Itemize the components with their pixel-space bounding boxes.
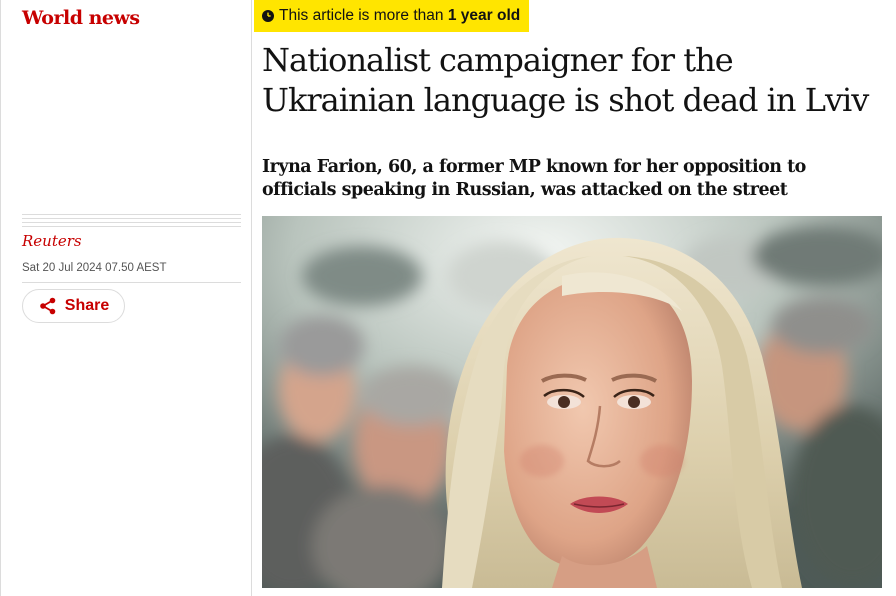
clock-icon <box>262 10 274 22</box>
meta-divider <box>22 282 241 283</box>
share-label: Share <box>64 297 110 314</box>
hero-photo[interactable] <box>262 216 882 588</box>
article-page: World news Reuters Sat 20 Jul 2024 07.50… <box>0 0 896 596</box>
meta-divider-lines <box>22 214 241 228</box>
headline: Nationalist campaigner for the Ukrainian… <box>262 41 869 119</box>
left-border <box>0 0 1 596</box>
article-age-text: This article is more than 1 year old <box>279 7 520 25</box>
age-prefix: This article is more than <box>279 7 444 24</box>
standfirst: Iryna Farion, 60, a former MP known for … <box>262 157 806 200</box>
section-link[interactable]: World news <box>22 4 140 32</box>
age-emphasis: 1 year old <box>447 7 521 24</box>
article-age-badge: This article is more than 1 year old <box>254 0 530 32</box>
publish-date: Sat 20 Jul 2024 07.50 AEST <box>22 262 167 274</box>
share-icon <box>38 296 58 316</box>
column-divider <box>251 0 252 596</box>
byline-link[interactable]: Reuters <box>22 230 82 252</box>
share-button[interactable]: Share <box>22 289 125 323</box>
